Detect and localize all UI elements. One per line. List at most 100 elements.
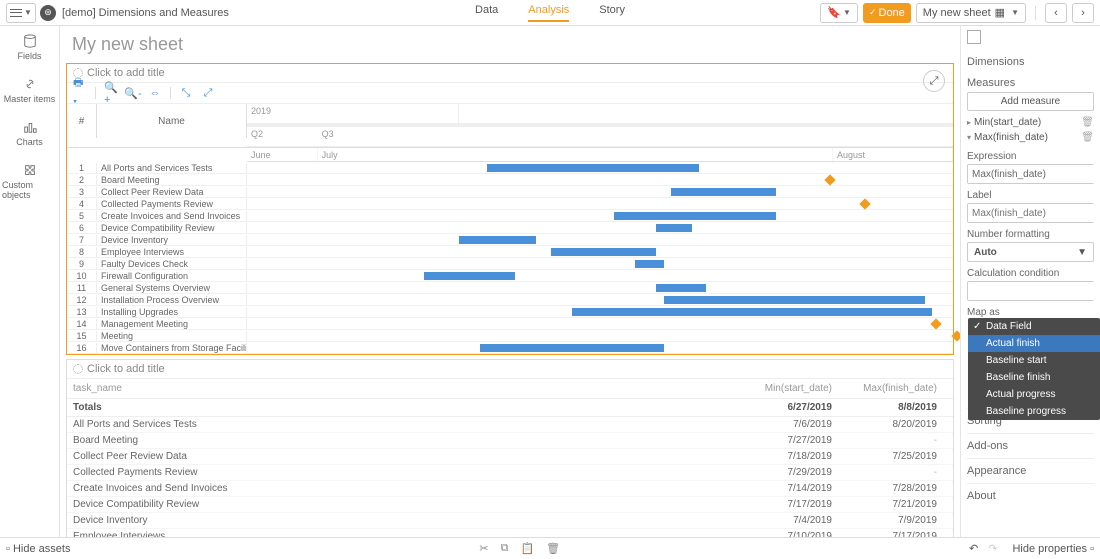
nav-analysis[interactable]: Analysis: [528, 4, 569, 22]
numfmt-select[interactable]: Auto▼: [967, 242, 1094, 262]
gantt-visualization[interactable]: ⤢ Click to add title 🖶▾ 🔍+ 🔍- ⇔ ⤡ ⤢ # Na…: [66, 63, 954, 355]
dd-baseline-progress[interactable]: Baseline progress: [968, 403, 1100, 420]
label-input[interactable]: [968, 204, 1100, 222]
cell-max: 7/28/2019: [842, 483, 947, 494]
table-row[interactable]: Board Meeting7/27/2019-: [67, 433, 953, 449]
redo-icon[interactable]: ↷: [988, 542, 997, 555]
table-icon[interactable]: [967, 30, 981, 44]
gantt-bar[interactable]: [480, 344, 664, 352]
gantt-row[interactable]: 15Meeting: [67, 330, 953, 342]
viz-title-placeholder[interactable]: Click to add title: [87, 67, 165, 79]
hide-assets-toggle[interactable]: ▫ Hide assets: [6, 543, 70, 555]
table-col-min[interactable]: Min(start_date): [737, 383, 842, 394]
dd-actual-progress[interactable]: Actual progress: [968, 386, 1100, 403]
expression-input[interactable]: [968, 165, 1100, 183]
dd-actual-finish[interactable]: Actual finish: [968, 335, 1100, 352]
appearance-section[interactable]: Appearance: [967, 458, 1094, 483]
add-measure-button[interactable]: Add measure: [967, 92, 1094, 111]
about-section[interactable]: About: [967, 483, 1094, 508]
viz2-title-placeholder[interactable]: Click to add title: [87, 363, 165, 375]
calccond-input[interactable]: [968, 282, 1100, 300]
measures-section[interactable]: Measures: [967, 71, 1094, 92]
bookmark-button[interactable]: 🔖 ▼: [820, 3, 858, 23]
assets-charts[interactable]: Charts: [0, 112, 59, 155]
delete-icon[interactable]: 🗑: [1081, 117, 1094, 128]
delete-icon[interactable]: 🗑: [1081, 132, 1094, 143]
gantt-bar[interactable]: [459, 236, 537, 244]
gantt-row[interactable]: 13Installing Upgrades: [67, 306, 953, 318]
table-row[interactable]: Device Compatibility Review7/17/20197/21…: [67, 497, 953, 513]
gantt-row[interactable]: 1All Ports and Services Tests: [67, 162, 953, 174]
addons-section[interactable]: Add-ons: [967, 433, 1094, 458]
done-button[interactable]: ✓Done: [863, 3, 911, 23]
gantt-bar[interactable]: [664, 296, 925, 304]
gantt-bar[interactable]: [487, 164, 699, 172]
gantt-row[interactable]: 16Move Containers from Storage Facility: [67, 342, 953, 354]
copy-icon[interactable]: ⧉: [501, 542, 509, 555]
milestone-icon[interactable]: [951, 330, 960, 341]
gantt-row[interactable]: 5Create Invoices and Send Invoices: [67, 210, 953, 222]
undo-icon[interactable]: ↶: [969, 542, 978, 555]
milestone-icon[interactable]: [860, 198, 871, 209]
dd-baseline-finish[interactable]: Baseline finish: [968, 369, 1100, 386]
table-row[interactable]: All Ports and Services Tests7/6/20198/20…: [67, 417, 953, 433]
gantt-row[interactable]: 11General Systems Overview: [67, 282, 953, 294]
fullscreen-button[interactable]: ⤢: [923, 70, 945, 92]
print-icon[interactable]: 🖶▾: [73, 86, 87, 100]
gantt-bar[interactable]: [671, 188, 777, 196]
measure-max-finish[interactable]: ▾Max(finish_date)🗑: [967, 130, 1094, 145]
cut-icon[interactable]: ✂: [479, 542, 488, 555]
gantt-row[interactable]: 12Installation Process Overview: [67, 294, 953, 306]
table-row[interactable]: Create Invoices and Send Invoices7/14/20…: [67, 481, 953, 497]
zoom-in-icon[interactable]: 🔍+: [104, 86, 118, 100]
delete-icon[interactable]: 🗑: [546, 542, 560, 555]
next-sheet-button[interactable]: ›: [1072, 3, 1094, 23]
table-visualization[interactable]: Click to add title task_name Min(start_d…: [66, 359, 954, 537]
prev-sheet-button[interactable]: ‹: [1045, 3, 1067, 23]
table-col-max[interactable]: Max(finish_date): [842, 383, 947, 394]
dimensions-section[interactable]: Dimensions: [967, 50, 1094, 71]
gantt-row[interactable]: 14Management Meeting: [67, 318, 953, 330]
table-col-name[interactable]: task_name: [73, 383, 737, 394]
mapas-dropdown[interactable]: Data Field Actual finish Baseline start …: [968, 318, 1100, 420]
table-row[interactable]: Device Inventory7/4/20197/9/2019: [67, 513, 953, 529]
dd-baseline-start[interactable]: Baseline start: [968, 352, 1100, 369]
gantt-row[interactable]: 3Collect Peer Review Data: [67, 186, 953, 198]
hide-properties-toggle[interactable]: Hide properties ▫: [1012, 543, 1094, 555]
measure-min-start[interactable]: ▸Min(start_date)🗑: [967, 115, 1094, 130]
assets-master[interactable]: Master items: [0, 69, 59, 112]
zoom-fit-icon[interactable]: ⇔: [148, 86, 162, 100]
gantt-bar[interactable]: [656, 284, 705, 292]
dd-data-field[interactable]: Data Field: [968, 318, 1100, 335]
gantt-bar[interactable]: [572, 308, 932, 316]
gantt-row[interactable]: 10Firewall Configuration: [67, 270, 953, 282]
sheet-title[interactable]: My new sheet: [60, 26, 960, 63]
gantt-bar[interactable]: [551, 248, 657, 256]
assets-fields[interactable]: Fields: [0, 26, 59, 69]
table-row[interactable]: Collect Peer Review Data7/18/20197/25/20…: [67, 449, 953, 465]
collapse-icon[interactable]: ⤢: [201, 86, 215, 100]
milestone-icon[interactable]: [930, 318, 941, 329]
nav-story[interactable]: Story: [599, 4, 625, 22]
zoom-out-icon[interactable]: 🔍-: [126, 86, 140, 100]
gantt-row[interactable]: 2Board Meeting: [67, 174, 953, 186]
gantt-bar[interactable]: [635, 260, 663, 268]
expand-icon[interactable]: ⤡: [179, 86, 193, 100]
gantt-bar[interactable]: [614, 212, 776, 220]
gantt-bar[interactable]: [656, 224, 691, 232]
gantt-row[interactable]: 8Employee Interviews: [67, 246, 953, 258]
gantt-row[interactable]: 9Faulty Devices Check: [67, 258, 953, 270]
table-row[interactable]: Collected Payments Review7/29/2019-: [67, 465, 953, 481]
paste-icon[interactable]: 📋: [520, 542, 534, 555]
table-row[interactable]: Employee Interviews7/10/20197/17/2019: [67, 529, 953, 537]
nav-data[interactable]: Data: [475, 4, 498, 22]
gantt-bar[interactable]: [424, 272, 516, 280]
sheet-selector[interactable]: My new sheet ▦ ▼: [916, 3, 1026, 23]
gantt-row[interactable]: 7Device Inventory: [67, 234, 953, 246]
assets-custom[interactable]: Custom objects: [0, 155, 59, 208]
row-name: Device Inventory: [97, 235, 247, 245]
global-menu[interactable]: ▼: [6, 3, 36, 23]
gantt-row[interactable]: 4Collected Payments Review: [67, 198, 953, 210]
gantt-row[interactable]: 6Device Compatibility Review: [67, 222, 953, 234]
milestone-icon[interactable]: [824, 174, 835, 185]
